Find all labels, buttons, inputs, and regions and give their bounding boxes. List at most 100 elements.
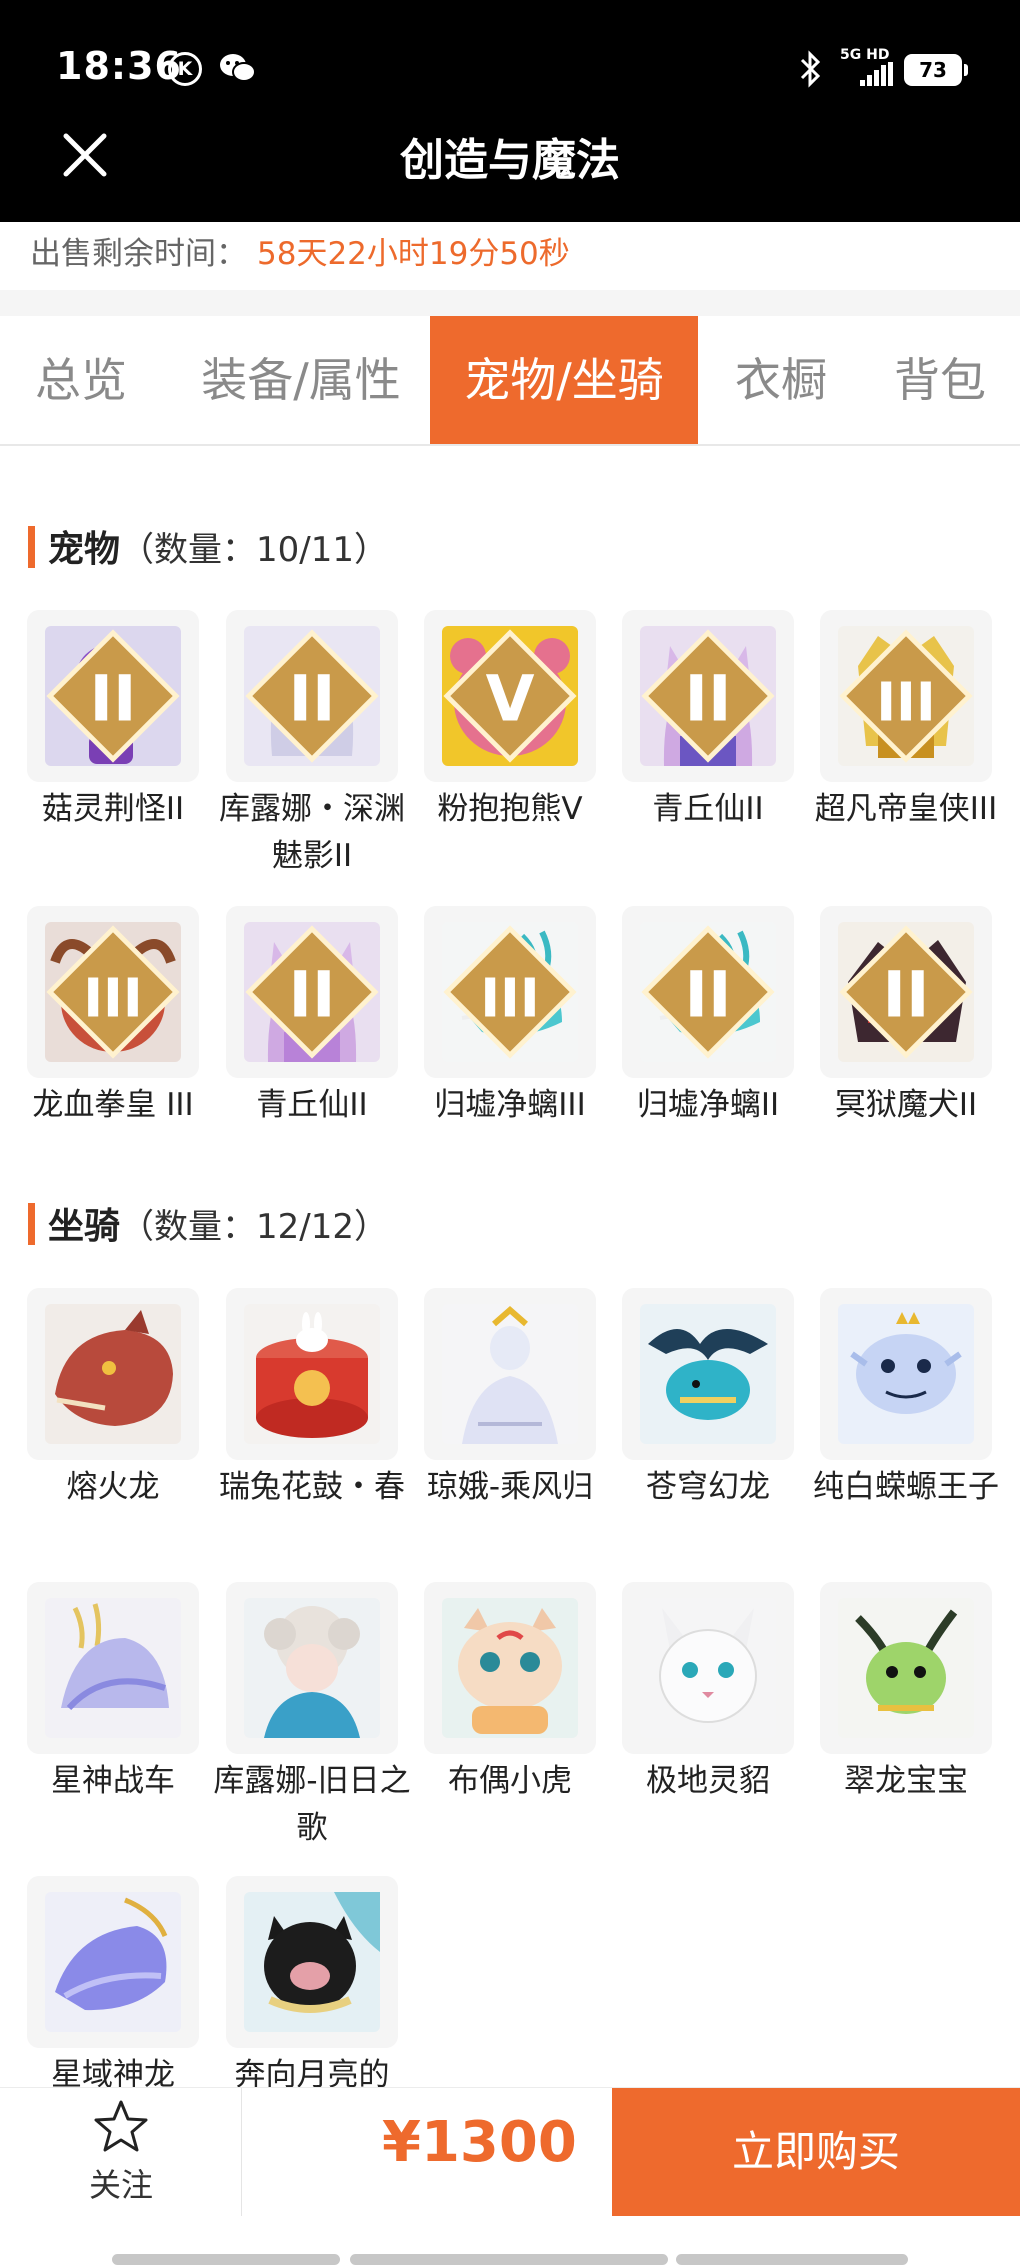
pet-name: 归墟净螭II [636, 1087, 780, 1123]
pet-name: 龙血拳皇 III [32, 1087, 194, 1123]
mounts-section-title: 坐骑 （数量：12/12） [28, 1197, 628, 1247]
tier-badge-icon: II [839, 925, 973, 1059]
pet-name: 冥狱魔犬II [834, 1087, 978, 1123]
tier-badge-icon: III [443, 925, 577, 1059]
lava-dragon-icon [45, 1304, 181, 1444]
mount-thumbnail [27, 1876, 199, 2048]
bluetooth-icon [800, 50, 821, 88]
polar-mink-icon [640, 1598, 776, 1738]
status-time: 18:36 [56, 44, 182, 88]
pet-thumbnail: II [226, 906, 398, 1078]
mount-name: 库露娜-旧日之歌 [213, 1763, 411, 1846]
plush-tiger-icon [442, 1598, 578, 1738]
tier-badge-icon: II [245, 925, 379, 1059]
pets-count: （数量：10/11） [120, 530, 388, 570]
tier-badge-icon: II [46, 629, 180, 763]
gesture-bar [676, 2254, 908, 2265]
tab-backpack[interactable]: 背包 [870, 316, 1010, 444]
svg-text:II: II [289, 957, 336, 1031]
moon-pig-icon [244, 1892, 380, 2032]
pet-thumbnail: II [622, 906, 794, 1078]
svg-text:III: III [83, 966, 143, 1029]
rabbit-drum-icon [244, 1304, 380, 1444]
tier-badge-icon: III [839, 629, 973, 763]
section-accent-bar [28, 526, 35, 568]
price: ¥1300 [382, 2110, 577, 2175]
k-app-icon: K [168, 52, 202, 86]
mount-name: 熔火龙 [66, 1469, 160, 1505]
mount-name: 苍穹幻龙 [646, 1469, 770, 1505]
wechat-icon [220, 54, 256, 82]
tier-badge-icon: V [443, 629, 577, 763]
pet-thumbnail: II [27, 610, 199, 782]
gesture-bar [112, 2254, 340, 2265]
pet-thumbnail: II [622, 610, 794, 782]
star-outline-icon [94, 2100, 148, 2152]
top-bar: 18:36 K 5G HD 73 创造与魔法 [0, 0, 1020, 222]
svg-text:II: II [685, 957, 732, 1031]
pet-thumbnail: III [424, 906, 596, 1078]
svg-text:III: III [876, 670, 936, 733]
green-dragon-baby-icon [838, 1598, 974, 1738]
mount-thumbnail [226, 1876, 398, 2048]
svg-text:II: II [289, 661, 336, 735]
pet-thumbnail: III [27, 906, 199, 1078]
pet-name: 粉抱抱熊Ⅴ [437, 791, 583, 827]
pet-name: 超凡帝皇侠III [814, 791, 998, 827]
mount-name: 布偶小虎 [448, 1763, 572, 1799]
tab-overview[interactable]: 总览 [0, 316, 162, 444]
mount-thumbnail [27, 1582, 199, 1754]
svg-text:II: II [90, 661, 137, 735]
mounts-title: 坐骑 [48, 1206, 121, 1247]
pet-thumbnail: V [424, 610, 596, 782]
svg-text:II: II [883, 957, 930, 1031]
sale-remaining-row: 出售剩余时间： 58天22小时19分50秒 [0, 222, 1020, 290]
tier-badge-icon: II [641, 629, 775, 763]
sale-remaining-label: 出售剩余时间： [30, 236, 247, 272]
mount-name: 翠龙宝宝 [844, 1763, 968, 1799]
mount-name: 纯白蝾螈王子 [813, 1469, 999, 1505]
mount-name: 星神战车 [51, 1763, 175, 1799]
mount-name: 极地灵貂 [646, 1763, 770, 1799]
pet-thumbnail: II [226, 610, 398, 782]
buy-now-button[interactable]: 立即购买 [612, 2088, 1020, 2216]
mount-thumbnail [622, 1288, 794, 1460]
mount-name: 琼娥-乘风归 [426, 1469, 594, 1505]
mount-thumbnail [820, 1582, 992, 1754]
sky-dragon-icon [640, 1304, 776, 1444]
mount-name: 瑞兔花鼓・春 [219, 1469, 405, 1505]
svg-text:III: III [480, 966, 540, 1029]
mount-thumbnail [424, 1288, 596, 1460]
mount-thumbnail [226, 1582, 398, 1754]
pet-thumbnail: III [820, 610, 992, 782]
mount-thumbnail [27, 1288, 199, 1460]
follow-label: 关注 [88, 2166, 153, 2204]
tab-equipment[interactable]: 装备/属性 [176, 316, 426, 444]
tab-pets-mounts[interactable]: 宠物/坐骑 [430, 316, 698, 444]
pet-name: 归墟净螭III [434, 1087, 586, 1123]
tier-badge-icon: III [46, 925, 180, 1059]
star-dragon-icon [45, 1892, 181, 2032]
title-bar: 创造与魔法 [0, 110, 1020, 222]
tier-badge-icon: II [641, 925, 775, 1059]
old-song-icon [244, 1598, 380, 1738]
page-title: 创造与魔法 [400, 135, 620, 186]
pet-name: 菇灵荆怪II [41, 791, 185, 827]
tier-badge-icon: II [245, 629, 379, 763]
white-axolotl-icon [838, 1304, 974, 1444]
battery-icon: 73 [904, 54, 968, 86]
network-indicator: 5G HD [840, 47, 890, 63]
svg-text:II: II [685, 661, 732, 735]
pets-title: 宠物 [48, 529, 121, 570]
star-chariot-icon [45, 1598, 181, 1738]
tab-wardrobe[interactable]: 衣橱 [708, 316, 854, 444]
divider [0, 290, 1020, 316]
mount-thumbnail [424, 1582, 596, 1754]
mount-thumbnail [226, 1288, 398, 1460]
tab-bar: 总览 装备/属性 宠物/坐骑 衣橱 背包 [0, 316, 1020, 446]
pets-section-title: 宠物 （数量：10/11） [28, 520, 628, 570]
follow-button[interactable]: 关注 [0, 2088, 242, 2216]
pet-thumbnail: II [820, 906, 992, 1078]
section-accent-bar [28, 1203, 35, 1245]
pet-name: 青丘仙II [256, 1087, 368, 1123]
